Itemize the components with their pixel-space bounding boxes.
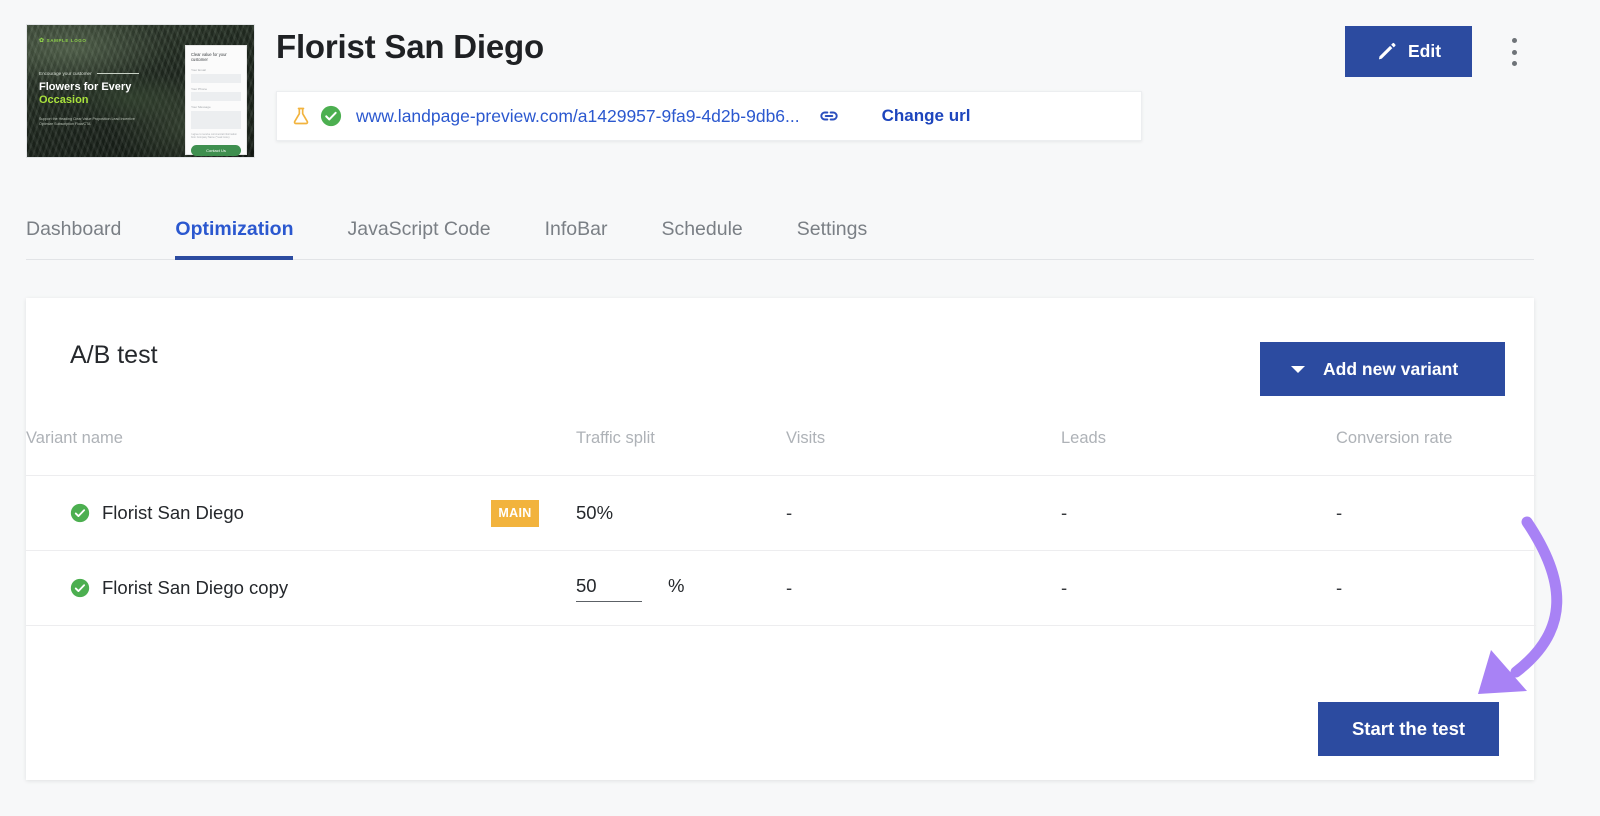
section-tabs: Dashboard Optimization JavaScript Code I… bbox=[26, 205, 1534, 260]
leads-cell: - bbox=[1061, 551, 1336, 626]
traffic-split-input[interactable] bbox=[576, 575, 642, 602]
edit-button-label: Edit bbox=[1408, 41, 1441, 62]
eyebrow-rule bbox=[97, 73, 139, 74]
variant-name-cell: Florist San Diego copy bbox=[26, 551, 491, 626]
variant-badge-cell bbox=[491, 551, 576, 626]
thumbnail-form-submit: Contact Us bbox=[191, 145, 241, 156]
table-header-row: Variant name Traffic split Visits Leads … bbox=[26, 429, 1536, 476]
thumbnail-logo: ✿SAMPLE LOGO bbox=[39, 37, 87, 44]
thumbnail-eyebrow: Encourage your customer bbox=[39, 71, 139, 76]
change-url-link[interactable]: Change url bbox=[882, 106, 971, 126]
tab-dashboard[interactable]: Dashboard bbox=[26, 205, 121, 258]
thumbnail-subtext: Support the Heading Clear Value Proposit… bbox=[39, 117, 149, 128]
variant-name-text: Florist San Diego bbox=[102, 502, 244, 524]
add-new-variant-button[interactable]: Add new variant bbox=[1260, 342, 1505, 396]
ab-test-title: A/B test bbox=[70, 341, 158, 370]
variant-badge-cell: MAIN bbox=[491, 476, 576, 551]
visits-cell: - bbox=[786, 476, 1061, 551]
landing-page-thumbnail[interactable]: ✿SAMPLE LOGO Encourage your customer Flo… bbox=[26, 24, 255, 158]
check-circle-icon bbox=[70, 578, 90, 598]
thumbnail-form-input bbox=[191, 74, 241, 83]
tab-optimization[interactable]: Optimization bbox=[175, 205, 293, 258]
thumbnail-form-textarea bbox=[191, 111, 241, 129]
thumbnail-form-label: Your Phone bbox=[191, 87, 241, 91]
column-conversion-rate: Conversion rate bbox=[1336, 429, 1536, 476]
table-row: Florist San Diego copy % - - bbox=[26, 551, 1536, 626]
thumbnail-logo-text: SAMPLE LOGO bbox=[47, 38, 87, 43]
variant-name-cell: Florist San Diego bbox=[26, 476, 491, 551]
app-root: ✿SAMPLE LOGO Encourage your customer Flo… bbox=[0, 0, 1600, 816]
ab-test-card-footer: Start the test bbox=[26, 654, 1534, 780]
add-new-variant-label: Add new variant bbox=[1323, 359, 1458, 380]
chevron-down-icon bbox=[1291, 366, 1305, 373]
conversion-rate-cell: - bbox=[1336, 476, 1536, 551]
thumbnail-lead-form: Clear value for your customer Your Email… bbox=[185, 45, 247, 155]
thumbnail-form-consent: I agree to receive commercial informatio… bbox=[191, 133, 241, 140]
column-visits: Visits bbox=[786, 429, 1061, 476]
page-title: Florist San Diego bbox=[276, 28, 544, 66]
check-circle-icon bbox=[70, 503, 90, 523]
thumbnail-headline: Flowers for Every Occasion bbox=[39, 81, 131, 108]
edit-button[interactable]: Edit bbox=[1345, 26, 1472, 77]
variant-name-text: Florist San Diego copy bbox=[102, 577, 288, 599]
leads-cell: - bbox=[1061, 476, 1336, 551]
pencil-icon bbox=[1376, 41, 1397, 62]
column-leads: Leads bbox=[1061, 429, 1336, 476]
tab-infobar[interactable]: InfoBar bbox=[545, 205, 608, 258]
preview-url-text[interactable]: www.landpage-preview.com/a1429957-9fa9-4… bbox=[356, 106, 800, 127]
preview-url-bar: www.landpage-preview.com/a1429957-9fa9-4… bbox=[276, 91, 1142, 141]
column-traffic-split: Traffic split bbox=[576, 429, 786, 476]
start-the-test-button[interactable]: Start the test bbox=[1318, 702, 1499, 756]
kebab-menu-icon[interactable] bbox=[1505, 38, 1523, 66]
thumbnail-form-label: Your Message bbox=[191, 105, 241, 109]
tab-settings[interactable]: Settings bbox=[797, 205, 867, 258]
flask-icon bbox=[291, 105, 311, 127]
traffic-split-value: 50% bbox=[576, 502, 613, 523]
visits-cell: - bbox=[786, 551, 1061, 626]
leaf-icon: ✿ bbox=[39, 38, 45, 44]
status-badge: MAIN bbox=[491, 500, 539, 527]
percent-symbol: % bbox=[668, 575, 684, 597]
traffic-split-cell: % bbox=[576, 551, 786, 626]
thumbnail-form-title: Clear value for your customer bbox=[191, 52, 241, 62]
table-row: Florist San Diego MAIN 50% - - bbox=[26, 476, 1536, 551]
conversion-rate-cell: - bbox=[1336, 551, 1536, 626]
link-icon[interactable] bbox=[818, 105, 840, 127]
traffic-split-cell: 50% bbox=[576, 476, 786, 551]
check-circle-icon bbox=[320, 105, 342, 127]
thumbnail-form-label: Your Email bbox=[191, 68, 241, 72]
tab-javascript-code[interactable]: JavaScript Code bbox=[347, 205, 490, 258]
page-header: ✿SAMPLE LOGO Encourage your customer Flo… bbox=[0, 0, 1600, 180]
column-variant-name: Variant name bbox=[26, 429, 491, 476]
tab-schedule[interactable]: Schedule bbox=[661, 205, 742, 258]
column-badge bbox=[491, 429, 576, 476]
ab-test-card: A/B test Add new variant Variant name Tr… bbox=[26, 298, 1534, 780]
thumbnail-form-input bbox=[191, 92, 241, 101]
variants-table: Variant name Traffic split Visits Leads … bbox=[26, 429, 1536, 626]
